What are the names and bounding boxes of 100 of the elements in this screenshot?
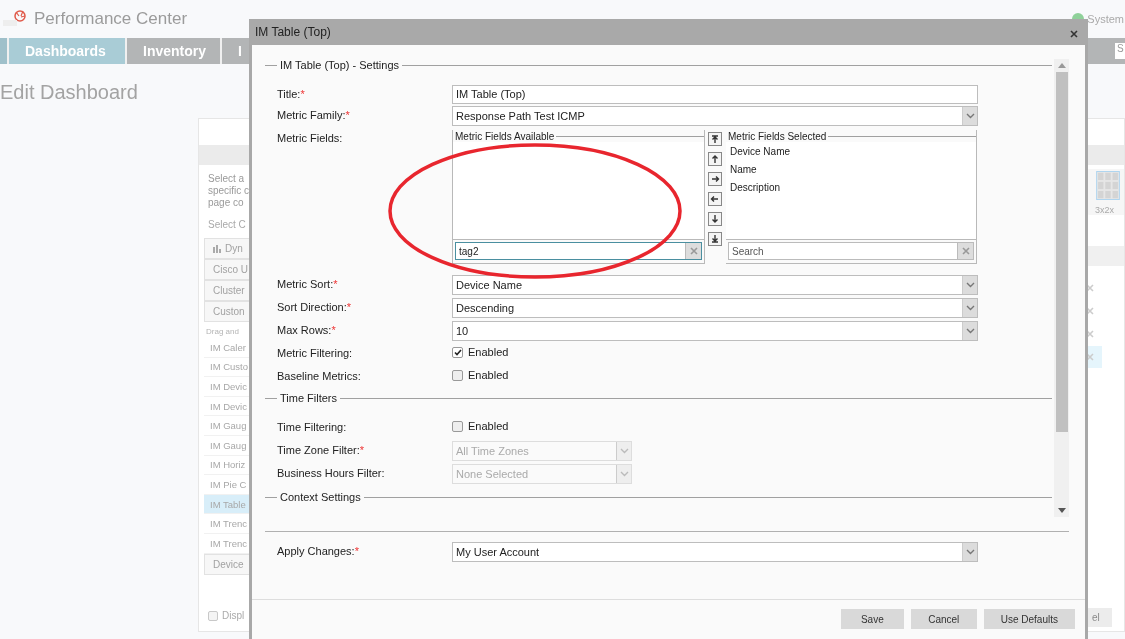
category-row[interactable]: Cluster: [204, 280, 250, 301]
chevron-down-icon: [619, 448, 629, 455]
list-legend: Metric Fields Available: [455, 130, 555, 142]
close-icon: [1086, 284, 1094, 292]
chevron-down-icon: [965, 549, 975, 555]
required-asterisk: *: [354, 545, 359, 557]
field-label: Metric Sort:*: [277, 277, 339, 290]
search-field[interactable]: tag2: [455, 242, 702, 260]
dialog-button[interactable]: Use Defaults: [983, 609, 1075, 629]
required-asterisk: *: [300, 88, 305, 100]
dialog-button[interactable]: Save: [840, 609, 904, 629]
arrow-up-icon: [710, 154, 720, 164]
dropdown[interactable]: Response Path Test ICMP: [452, 106, 978, 126]
dropdown[interactable]: My User Account: [452, 542, 978, 562]
layout-tile[interactable]: 3x2x: [1086, 169, 1124, 215]
bar-chart-icon: [213, 244, 222, 253]
list-item[interactable]: Name: [728, 164, 974, 175]
close-icon: [1086, 330, 1094, 338]
dropdown[interactable]: Descending: [452, 298, 978, 318]
close-icon: [1086, 307, 1094, 315]
required-asterisk: *: [333, 278, 338, 290]
move-button[interactable]: [708, 212, 722, 226]
checkbox-label: Enabled: [468, 369, 509, 381]
status-text: System: [1087, 13, 1124, 25]
chevron-down-icon: [965, 305, 975, 311]
title-input[interactable]: IM Table (Top): [452, 85, 978, 104]
layout-label: 3x2x: [1095, 205, 1115, 215]
checkbox[interactable]: [452, 346, 463, 358]
category-label: Cisco U: [213, 264, 248, 275]
close-icon: [1070, 29, 1078, 38]
chevron-down-icon: [965, 282, 975, 288]
close-icon: [961, 247, 970, 255]
dialog-title: IM Table (Top): [255, 25, 331, 39]
app-title: Performance Center: [34, 9, 188, 29]
scroll-down-icon: [1057, 508, 1066, 513]
chevron-down-icon: [965, 328, 975, 334]
field-label: Time Filtering:: [277, 420, 348, 434]
field-label: Title:*: [277, 87, 306, 100]
grid-icon: [1095, 171, 1121, 200]
field-label: Time Zone Filter:*: [277, 443, 365, 457]
dialog-button[interactable]: Cancel: [910, 609, 977, 629]
chevron-down-icon: [619, 471, 629, 478]
scrollbar[interactable]: [1054, 59, 1069, 517]
chevron-down-icon: [965, 113, 975, 119]
move-button[interactable]: [708, 192, 722, 206]
arrow-down-icon: [710, 214, 720, 224]
partial-button[interactable]: el: [1086, 608, 1112, 627]
intro-text: Select a specific c page co: [208, 173, 250, 209]
category-label: Cluster: [213, 285, 245, 296]
category-label: Dyn: [225, 243, 243, 254]
move-button[interactable]: [708, 232, 722, 246]
field-label: Business Hours Filter:: [277, 466, 386, 480]
list-item[interactable]: Device Name: [728, 146, 974, 157]
required-asterisk: *: [331, 324, 336, 336]
section-legend: Time Filters: [280, 392, 338, 405]
field-label: Metric Filtering:: [277, 346, 354, 359]
category-row[interactable]: Device: [204, 553, 250, 575]
select-label: Select C: [208, 219, 247, 230]
close-icon: [1086, 353, 1094, 361]
checkbox[interactable]: [208, 610, 218, 621]
required-asterisk: *: [346, 301, 351, 313]
search-field[interactable]: S: [1115, 43, 1125, 59]
section-legend: Context Settings: [280, 491, 361, 503]
component-item[interactable]: IM Table: [204, 494, 250, 515]
search-field[interactable]: Search: [728, 242, 974, 260]
category-label: Device: [213, 558, 244, 570]
checkbox-label: Displ: [222, 610, 245, 621]
dropdown[interactable]: Device Name: [452, 275, 978, 295]
move-button[interactable]: [708, 132, 722, 146]
checkbox[interactable]: [452, 420, 463, 432]
hint-text: Drag and: [205, 326, 240, 338]
close-icon: [689, 247, 698, 255]
arrow-bottom-icon: [710, 234, 720, 244]
checkbox-label: Enabled: [468, 420, 509, 433]
field-label: Apply Changes:*: [277, 544, 360, 559]
list-legend: Metric Fields Selected: [728, 130, 827, 142]
checkbox-label: Enabled: [468, 346, 509, 358]
move-button[interactable]: [708, 152, 722, 166]
category-row[interactable]: Custon: [204, 301, 250, 322]
check-icon: [453, 348, 462, 356]
field-label: Sort Direction:*: [277, 300, 352, 313]
arrow-top-icon: [710, 134, 720, 144]
nav-tab[interactable]: Dashboards: [7, 38, 125, 64]
required-asterisk: *: [345, 109, 350, 121]
nav-tab-edge: [0, 38, 7, 64]
category-row[interactable]: Dyn: [204, 238, 250, 259]
page-title: Edit Dashboard: [0, 81, 138, 104]
field-label: Metric Family:*: [277, 108, 351, 121]
field-label: Metric Fields:: [277, 131, 344, 144]
checkbox[interactable]: [452, 369, 463, 381]
move-button[interactable]: [708, 172, 722, 186]
category-row[interactable]: Cisco U: [204, 259, 250, 280]
arrow-left-icon: [710, 194, 720, 204]
field-label: Baseline Metrics:: [277, 369, 362, 382]
section-legend: IM Table (Top) - Settings: [280, 59, 399, 71]
category-label: Custon: [213, 306, 245, 317]
arrow-right-icon: [710, 174, 720, 184]
field-label: Max Rows:*: [277, 323, 337, 336]
list-item[interactable]: Description: [728, 182, 974, 193]
dropdown[interactable]: 10: [452, 321, 978, 341]
